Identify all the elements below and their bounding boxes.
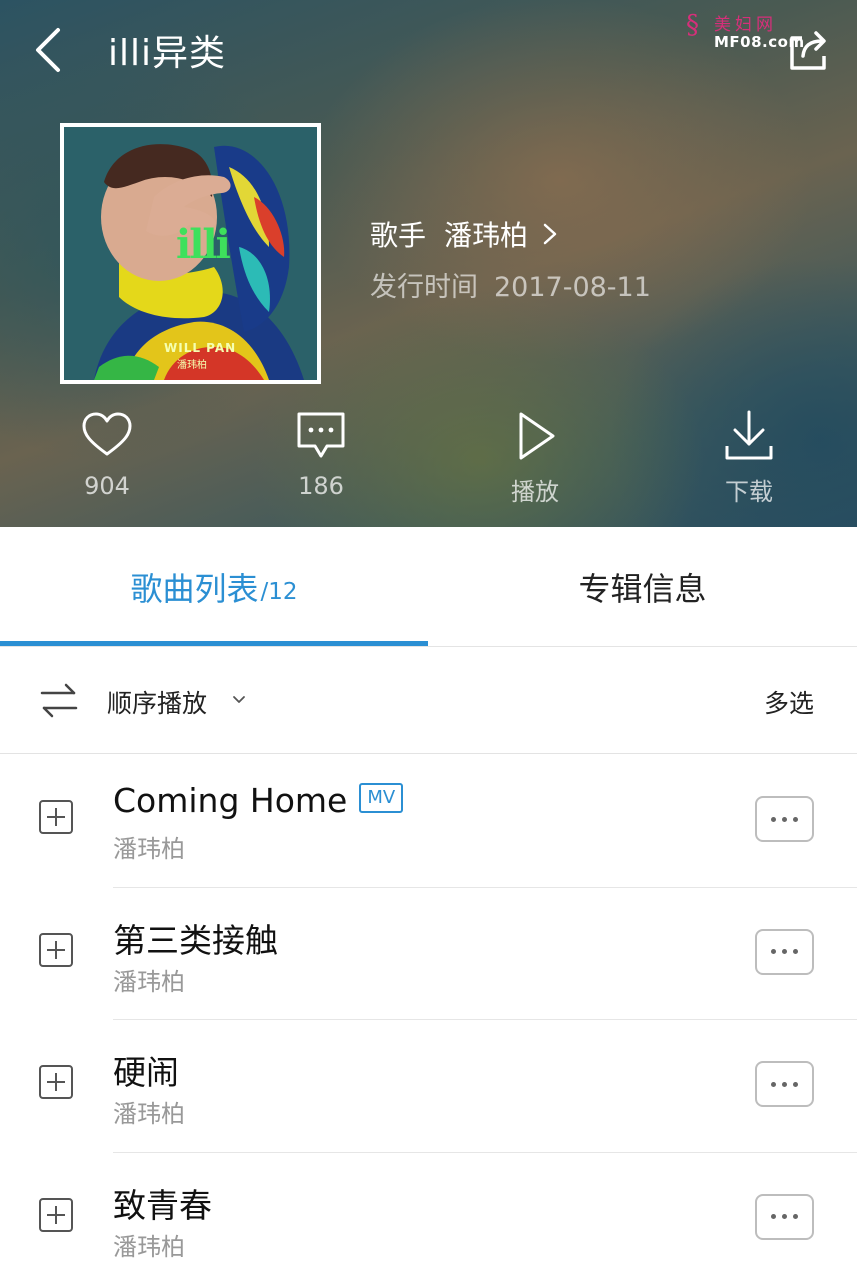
play-icon bbox=[519, 412, 555, 460]
tab-album-info-label: 专辑信息 bbox=[578, 570, 707, 608]
play-label: 播放 bbox=[511, 478, 559, 506]
release-date: 2017-08-11 bbox=[494, 272, 651, 303]
more-options-button[interactable] bbox=[755, 1061, 814, 1107]
song-title: 致青春 bbox=[113, 1185, 212, 1225]
tab-song-list-label: 歌曲列表 bbox=[130, 570, 259, 608]
song-row[interactable]: Coming Home MV 潘玮柏 bbox=[0, 755, 857, 888]
release-info: 发行时间 2017-08-11 bbox=[370, 265, 651, 304]
song-title-row: 硬闹 bbox=[113, 1046, 179, 1094]
song-artist: 潘玮柏 bbox=[113, 1100, 185, 1128]
download-button[interactable]: 下载 bbox=[689, 408, 809, 507]
tab-album-info[interactable]: 专辑信息 bbox=[428, 527, 857, 647]
heart-icon bbox=[82, 412, 132, 456]
song-title: Coming Home bbox=[113, 781, 348, 820]
watermark-logo-icon: § bbox=[686, 10, 699, 40]
like-button[interactable]: 904 bbox=[47, 408, 167, 500]
cover-artist-cn: 潘玮柏 bbox=[177, 360, 207, 371]
song-artist: 潘玮柏 bbox=[113, 967, 185, 996]
comment-button[interactable]: 186 bbox=[261, 408, 381, 500]
cover-logo: illi bbox=[176, 221, 231, 268]
tab-divider bbox=[0, 646, 857, 647]
song-row[interactable]: 硬闹 潘玮柏 bbox=[0, 1020, 857, 1153]
song-artist: 潘玮柏 bbox=[113, 835, 185, 863]
add-plus-icon[interactable] bbox=[38, 932, 74, 968]
song-row[interactable]: 致青春 潘玮柏 bbox=[0, 1153, 857, 1280]
play-mode-bar: 顺序播放 多选 bbox=[0, 648, 857, 754]
like-count: 904 bbox=[84, 472, 130, 500]
download-icon bbox=[725, 410, 773, 460]
album-title: illi异类 bbox=[108, 33, 227, 74]
mv-badge[interactable]: MV bbox=[359, 782, 404, 813]
watermark-cn: 美妇网 bbox=[714, 15, 777, 35]
song-title-row: 第三类接触 bbox=[113, 914, 278, 962]
back-button[interactable] bbox=[30, 26, 70, 74]
more-options-button[interactable] bbox=[755, 928, 814, 975]
add-plus-icon[interactable] bbox=[38, 1064, 74, 1100]
song-title: 硬闹 bbox=[113, 1053, 179, 1092]
song-row[interactable]: 第三类接触 潘玮柏 bbox=[0, 888, 857, 1020]
chevron-left-icon bbox=[36, 28, 60, 72]
share-icon bbox=[790, 31, 826, 70]
song-artist: 潘玮柏 bbox=[113, 1232, 185, 1261]
download-label: 下载 bbox=[725, 478, 773, 506]
artist-label: 歌手 bbox=[370, 219, 427, 252]
multi-select-button[interactable]: 多选 bbox=[764, 684, 814, 720]
release-label: 发行时间 bbox=[370, 272, 478, 303]
album-header: illi异类 § 美妇网 MF08.com illi WILL PAN 潘玮柏 … bbox=[0, 0, 857, 527]
song-title-row: Coming Home MV bbox=[113, 781, 404, 820]
sequential-play-icon[interactable] bbox=[40, 682, 78, 718]
add-plus-icon[interactable] bbox=[38, 799, 74, 835]
play-button[interactable]: 播放 bbox=[475, 408, 595, 507]
chevron-down-icon[interactable] bbox=[232, 695, 246, 705]
tab-song-list[interactable]: 歌曲列表 /12 bbox=[0, 527, 428, 647]
share-button[interactable] bbox=[786, 28, 830, 72]
song-title: 第三类接触 bbox=[113, 920, 278, 960]
play-mode-label[interactable]: 顺序播放 bbox=[107, 684, 207, 720]
cover-artist-en: WILL PAN bbox=[164, 341, 237, 355]
artist-link[interactable]: 歌手 潘玮柏 bbox=[370, 214, 558, 254]
song-list: Coming Home MV 潘玮柏 第三类接触 潘玮柏 硬闹 潘玮柏 致青春 … bbox=[0, 755, 857, 1280]
song-title-row: 致青春 bbox=[113, 1179, 212, 1227]
tab-bar: 歌曲列表 /12 专辑信息 bbox=[0, 527, 857, 647]
tab-song-count: /12 bbox=[260, 579, 298, 605]
comment-icon bbox=[297, 412, 345, 458]
more-options-button[interactable] bbox=[755, 796, 814, 842]
comment-count: 186 bbox=[298, 472, 344, 500]
add-plus-icon[interactable] bbox=[38, 1197, 74, 1233]
album-cover[interactable]: illi WILL PAN 潘玮柏 bbox=[60, 123, 321, 384]
chevron-right-icon bbox=[543, 223, 557, 245]
artist-name: 潘玮柏 bbox=[444, 219, 529, 252]
more-options-button[interactable] bbox=[755, 1193, 814, 1240]
